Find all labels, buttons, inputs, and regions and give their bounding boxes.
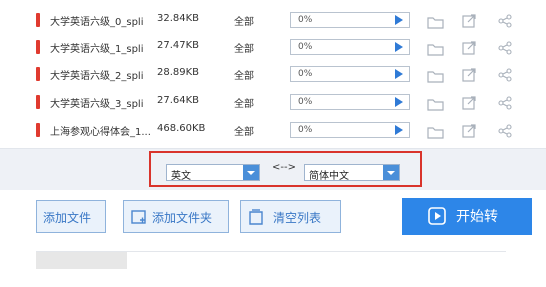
play-icon[interactable] xyxy=(395,125,403,135)
progress-bar: 0% xyxy=(290,94,410,110)
open-external-icon[interactable] xyxy=(462,95,476,110)
file-size: 28.89KB xyxy=(157,67,200,78)
folder-icon[interactable] xyxy=(427,124,444,139)
target-language-select[interactable]: 简体中文 xyxy=(304,164,400,182)
add-file-label: 添加文件 xyxy=(43,211,92,225)
progress-text: 0% xyxy=(298,42,313,52)
add-folder-icon xyxy=(131,210,146,224)
play-icon[interactable] xyxy=(395,42,403,52)
file-name: 大学英语六级_0_spli xyxy=(50,17,144,28)
open-external-icon[interactable] xyxy=(462,40,476,55)
file-list: 大学英语六级_0_spli 32.84KB 全部 0% 大学英语六级_1_spli 27.… xyxy=(0,0,546,148)
pdf-file-icon xyxy=(36,123,40,137)
open-external-icon[interactable] xyxy=(462,13,476,28)
source-language-value: 英文 xyxy=(171,171,191,182)
chevron-down-icon[interactable] xyxy=(383,165,399,180)
trash-icon xyxy=(249,209,263,225)
page-range[interactable]: 全部 xyxy=(234,123,254,138)
share-icon[interactable] xyxy=(498,123,512,138)
progress-bar: 0% xyxy=(290,66,410,82)
file-row[interactable]: 大学英语六级_2_spli 28.89KB 全部 0% xyxy=(0,61,546,87)
progress-text: 0% xyxy=(298,125,313,135)
share-icon[interactable] xyxy=(498,40,512,55)
progress-text: 0% xyxy=(298,15,313,25)
file-name: 大学英语六级_2_spli xyxy=(50,71,144,82)
progress-bar: 0% xyxy=(290,39,410,55)
progress-text: 0% xyxy=(298,97,313,107)
file-name: 大学英语六级_3_spli xyxy=(50,99,144,110)
file-row[interactable]: 大学英语六级_1_spli 27.47KB 全部 0% xyxy=(0,34,546,60)
pdf-file-icon xyxy=(36,95,40,109)
share-icon[interactable] xyxy=(498,67,512,82)
file-name: 大学英语六级_1_spli xyxy=(50,44,144,55)
pdf-file-icon xyxy=(36,67,40,81)
page-range[interactable]: 全部 xyxy=(234,95,254,110)
share-icon[interactable] xyxy=(498,95,512,110)
play-icon[interactable] xyxy=(395,69,403,79)
page-range[interactable]: 全部 xyxy=(234,13,254,28)
add-folder-button[interactable]: 添加文件夹 xyxy=(123,200,229,233)
folder-icon[interactable] xyxy=(427,14,444,29)
file-row[interactable]: 大学英语六级_3_spli 27.64KB 全部 0% xyxy=(0,89,546,115)
file-size: 27.64KB xyxy=(157,95,200,106)
play-icon[interactable] xyxy=(395,15,403,25)
target-language-value: 简体中文 xyxy=(309,171,349,182)
progress-bar: 0% xyxy=(290,122,410,138)
file-row[interactable]: 上海参观心得体会_1... 468.60KB 全部 0% xyxy=(0,117,546,143)
folder-icon[interactable] xyxy=(427,68,444,83)
pdf-file-icon xyxy=(36,13,40,27)
page-range[interactable]: 全部 xyxy=(234,67,254,82)
open-external-icon[interactable] xyxy=(462,67,476,82)
swap-languages-symbol[interactable]: <--> xyxy=(272,162,296,173)
clear-list-label: 清空列表 xyxy=(273,211,322,225)
progress-text: 0% xyxy=(298,69,313,79)
file-size: 27.47KB xyxy=(157,40,200,51)
play-icon[interactable] xyxy=(395,97,403,107)
file-size: 32.84KB xyxy=(157,13,200,24)
status-area xyxy=(36,252,127,269)
add-file-button[interactable]: 添加文件 xyxy=(36,200,106,233)
pdf-file-icon xyxy=(36,40,40,54)
clear-list-button[interactable]: 清空列表 xyxy=(240,200,341,233)
file-row[interactable]: 大学英语六级_0_spli 32.84KB 全部 0% xyxy=(0,7,546,33)
share-icon[interactable] xyxy=(498,13,512,28)
add-folder-label: 添加文件夹 xyxy=(152,211,213,225)
app-window: 大学英语六级_0_spli 32.84KB 全部 0% 大学英语六级_1_spli 27.… xyxy=(0,0,546,287)
source-language-select[interactable]: 英文 xyxy=(166,164,260,182)
bottom-strip xyxy=(0,248,546,287)
file-size: 468.60KB xyxy=(157,123,206,134)
play-icon xyxy=(428,207,446,225)
open-external-icon[interactable] xyxy=(462,123,476,138)
start-convert-button[interactable]: 开始转 xyxy=(402,198,532,235)
start-convert-label: 开始转 xyxy=(456,209,498,225)
file-name: 上海参观心得体会_1... xyxy=(50,127,151,138)
folder-icon[interactable] xyxy=(427,96,444,111)
page-range[interactable]: 全部 xyxy=(234,40,254,55)
chevron-down-icon[interactable] xyxy=(243,165,259,180)
folder-icon[interactable] xyxy=(427,41,444,56)
progress-bar: 0% xyxy=(290,12,410,28)
